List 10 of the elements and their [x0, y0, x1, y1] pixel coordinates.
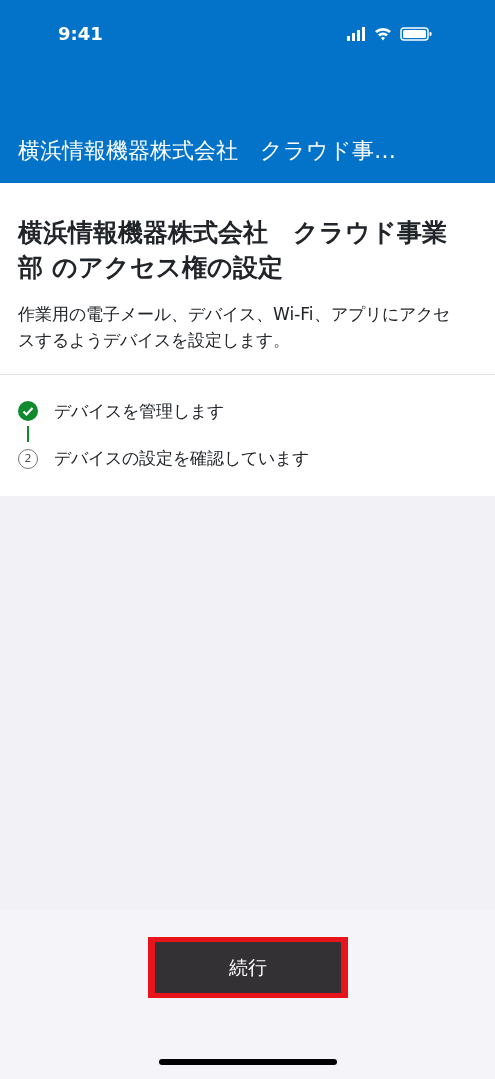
signal-icon [347, 26, 365, 41]
wifi-icon [375, 27, 391, 40]
continue-button[interactable]: 続行 [154, 942, 341, 993]
header-title: 横浜情報機器株式会社 クラウド事… [18, 137, 397, 165]
page-heading: 横浜情報機器株式会社 クラウド事業部 のアクセス権の設定 [16, 217, 448, 284]
status-time: 9:41 [58, 22, 103, 46]
step-label: デバイスを管理します [54, 399, 224, 423]
battery-icon [400, 26, 432, 41]
description-text: 作業用の電子メール、デバイス、Wi-Fi、アプリにアクセスするようデバイスを設定します。 [0, 285, 495, 375]
step-label: デバイスの設定を確認しています [54, 447, 309, 471]
